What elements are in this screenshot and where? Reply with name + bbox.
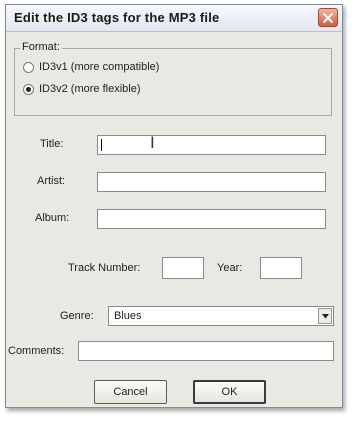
album-field[interactable] — [97, 209, 326, 229]
radio-id3v1-circle[interactable] — [23, 61, 34, 73]
ok-button[interactable]: OK — [193, 380, 266, 404]
title-bar[interactable]: Edit the ID3 tags for the MP3 file — [6, 5, 342, 32]
track-number-label: Track Number: — [68, 262, 141, 274]
artist-label: Artist: — [37, 175, 66, 187]
genre-dropdown[interactable]: Blues — [108, 306, 334, 326]
dialog-body: Format: ID3v1 (more compatible) ID3v2 (m… — [6, 32, 342, 407]
text-caret — [101, 139, 102, 151]
dialog-title: Edit the ID3 tags for the MP3 file — [14, 10, 220, 25]
radio-id3v1[interactable]: ID3v1 (more compatible) — [23, 61, 159, 73]
title-field[interactable]: I — [97, 133, 326, 155]
cancel-button[interactable]: Cancel — [94, 380, 167, 404]
genre-selected-value: Blues — [114, 310, 142, 322]
ibeam-cursor-icon: I — [150, 133, 155, 152]
format-group-label: Format: — [20, 41, 62, 53]
title-label: Title: — [40, 138, 64, 150]
comments-field[interactable] — [78, 341, 334, 361]
dropdown-arrow-button[interactable] — [318, 308, 332, 324]
radio-selected-dot — [26, 86, 31, 92]
radio-id3v2[interactable]: ID3v2 (more flexible) — [23, 83, 140, 95]
id3-tag-dialog: Edit the ID3 tags for the MP3 file Forma… — [5, 4, 343, 408]
radio-id3v1-label: ID3v1 (more compatible) — [39, 61, 160, 73]
radio-id3v2-label: ID3v2 (more flexible) — [39, 83, 141, 95]
chevron-down-icon — [321, 313, 329, 318]
format-group: Format: ID3v1 (more compatible) ID3v2 (m… — [14, 41, 332, 116]
artist-field[interactable] — [97, 172, 326, 192]
radio-id3v2-circle[interactable] — [23, 83, 34, 95]
close-icon — [323, 12, 333, 23]
album-label: Album: — [35, 212, 70, 224]
comments-label: Comments: — [8, 345, 65, 357]
year-label: Year: — [217, 262, 243, 274]
track-number-field[interactable] — [162, 257, 204, 279]
close-button[interactable] — [318, 8, 338, 27]
year-field[interactable] — [260, 257, 302, 279]
genre-label: Genre: — [60, 310, 94, 322]
